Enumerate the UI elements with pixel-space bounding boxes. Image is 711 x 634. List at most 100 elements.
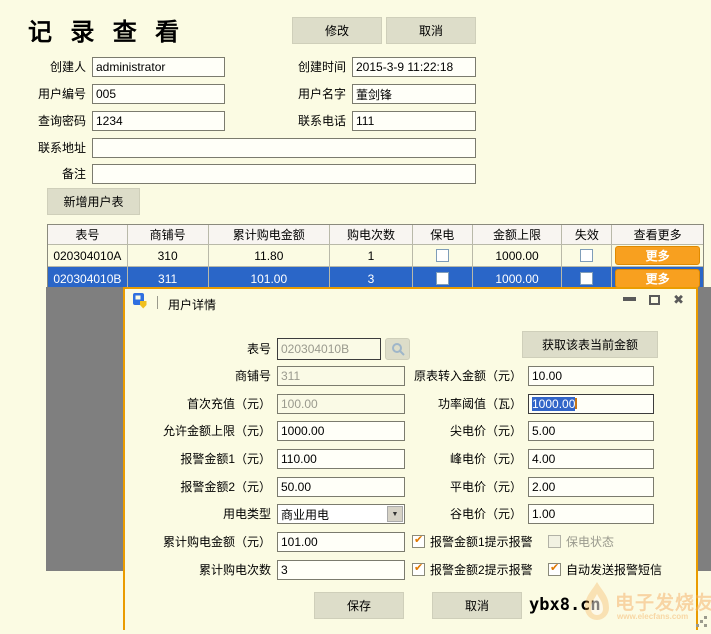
- selected-text: 1000.00: [532, 397, 576, 411]
- cell-total-amount: 11.80: [209, 245, 331, 266]
- protect-checkbox[interactable]: [435, 272, 449, 285]
- dialog-title: 用户详情: [168, 298, 217, 312]
- user-name-input[interactable]: [352, 84, 476, 104]
- search-icon: [391, 343, 405, 356]
- total-amount-input[interactable]: [277, 532, 405, 552]
- invalid-checkbox[interactable]: [580, 249, 594, 262]
- header-more: 查看更多: [633, 228, 682, 242]
- elec-type-dropdown[interactable]: 商业用电 ▼: [277, 504, 405, 524]
- power-threshold-label: 功率阈值（瓦）: [437, 397, 522, 411]
- header-buy-count: 购电次数: [330, 225, 413, 244]
- resize-grip[interactable]: [696, 616, 708, 628]
- meter-table: 表号 商铺号 累计购电金额 购电次数 保电 金额上限 失效 查看更多 02030…: [47, 224, 704, 291]
- auto-sms-checkbox[interactable]: 自动发送报警短信: [548, 561, 663, 577]
- alarm1-input[interactable]: [277, 449, 405, 469]
- titlebar-divider: [157, 296, 158, 309]
- page-title: 记 录 查 看: [28, 17, 185, 46]
- alarm1-label: 报警金额1（元）: [180, 452, 271, 466]
- user-no-label: 用户编号: [37, 87, 86, 101]
- record-view-window: { "colors": { "background": "#FBFBE3", "…: [0, 0, 711, 630]
- remark-label: 备注: [61, 167, 86, 181]
- checkbox-disabled-icon: [548, 535, 561, 548]
- power-threshold-input[interactable]: 1000.00: [528, 394, 654, 414]
- phone-input[interactable]: [352, 111, 476, 131]
- header-meter-no: 表号: [48, 225, 128, 244]
- peak-price-label: 峰电价（元）: [449, 452, 522, 466]
- meter-no-input[interactable]: [277, 338, 381, 360]
- total-count-input[interactable]: [277, 560, 405, 580]
- close-icon[interactable]: ✖: [673, 293, 684, 306]
- dialog-icon: [133, 293, 149, 309]
- query-pwd-input[interactable]: [92, 111, 225, 131]
- first-recharge-label: 首次充值（元）: [186, 397, 271, 411]
- meter-no-label: 表号: [246, 342, 271, 356]
- user-name-label: 用户名字: [297, 87, 346, 101]
- maximize-button[interactable]: [649, 295, 660, 305]
- user-no-input[interactable]: [92, 84, 225, 104]
- shop-no-input[interactable]: [277, 366, 405, 386]
- header-protect: 保电: [413, 225, 473, 244]
- search-meter-button[interactable]: [385, 338, 410, 360]
- elec-type-value: 商业用电: [281, 507, 330, 522]
- alarm2-label: 报警金额2（元）: [180, 480, 271, 494]
- total-amount-label: 累计购电金额（元）: [162, 535, 271, 549]
- creator-input[interactable]: [92, 57, 225, 77]
- user-detail-dialog: 用户详情 ✖ 表号 获取该表当前金额 商铺号 原表转入金额（元） 首次充值（元）…: [123, 287, 698, 630]
- peak-price-input[interactable]: [528, 449, 654, 469]
- total-count-label: 累计购电次数: [198, 563, 271, 577]
- text-caret: [575, 398, 578, 409]
- create-time-input[interactable]: [352, 57, 476, 77]
- table-row[interactable]: 020304010A 310 11.80 1 1000.00 更多: [48, 244, 703, 266]
- header-total-amount: 累计购电金额: [209, 225, 331, 244]
- site-watermark: ybx8.cn: [529, 595, 601, 615]
- get-current-amount-button[interactable]: 获取该表当前金额: [522, 331, 658, 358]
- chevron-down-icon[interactable]: ▼: [387, 506, 403, 522]
- elec-type-label: 用电类型: [222, 507, 271, 521]
- valley-price-label: 谷电价（元）: [449, 507, 522, 521]
- cell-limit: 1000.00: [473, 245, 563, 266]
- create-time-label: 创建时间: [297, 60, 346, 74]
- dialog-cancel-button[interactable]: 取消: [432, 592, 522, 619]
- protect-status-checkbox: 保电状态: [548, 535, 614, 549]
- more-button[interactable]: 更多: [615, 246, 701, 265]
- checkbox-checked-icon[interactable]: [548, 561, 561, 576]
- transfer-amount-label: 原表转入金额（元）: [413, 369, 522, 383]
- allow-limit-input[interactable]: [277, 421, 405, 441]
- invalid-checkbox[interactable]: [580, 272, 594, 285]
- address-input[interactable]: [92, 138, 476, 158]
- cell-meter-no: 020304010A: [48, 245, 128, 266]
- alarm1-notify-label: 报警金额1提示报警: [430, 535, 533, 549]
- header-invalid: 失效: [562, 225, 613, 244]
- minimize-button[interactable]: [623, 297, 636, 301]
- alarm2-notify-checkbox[interactable]: 报警金额2提示报警: [412, 561, 533, 577]
- protect-checkbox[interactable]: [435, 249, 449, 262]
- valley-price-input[interactable]: [528, 504, 654, 524]
- sharp-price-input[interactable]: [528, 421, 654, 441]
- header-limit: 金额上限: [473, 225, 563, 244]
- alarm2-notify-label: 报警金额2提示报警: [430, 563, 533, 577]
- cell-shop-no: 310: [128, 245, 209, 266]
- auto-sms-label: 自动发送报警短信: [566, 563, 663, 577]
- alarm1-notify-checkbox[interactable]: 报警金额1提示报警: [412, 533, 533, 549]
- header-shop-no: 商铺号: [128, 225, 209, 244]
- query-pwd-label: 查询密码: [37, 114, 86, 128]
- cell-buy-count: 1: [330, 245, 413, 266]
- remark-input[interactable]: [92, 164, 476, 184]
- modify-button[interactable]: 修改: [292, 17, 382, 44]
- flat-price-input[interactable]: [528, 477, 654, 497]
- add-meter-button[interactable]: 新增用户表: [47, 188, 140, 215]
- checkbox-checked-icon[interactable]: [412, 533, 425, 548]
- alarm2-input[interactable]: [277, 477, 405, 497]
- checkbox-checked-icon[interactable]: [412, 561, 425, 576]
- more-button[interactable]: 更多: [615, 269, 701, 288]
- allow-limit-label: 允许金额上限（元）: [162, 424, 271, 438]
- creator-label: 创建人: [49, 60, 86, 74]
- first-recharge-input[interactable]: [277, 394, 405, 414]
- transfer-amount-input[interactable]: [528, 366, 654, 386]
- flat-price-label: 平电价（元）: [449, 480, 522, 494]
- sharp-price-label: 尖电价（元）: [449, 424, 522, 438]
- shop-no-label: 商铺号: [234, 369, 271, 383]
- save-button[interactable]: 保存: [314, 592, 404, 619]
- address-label: 联系地址: [37, 141, 86, 155]
- cancel-button[interactable]: 取消: [386, 17, 476, 44]
